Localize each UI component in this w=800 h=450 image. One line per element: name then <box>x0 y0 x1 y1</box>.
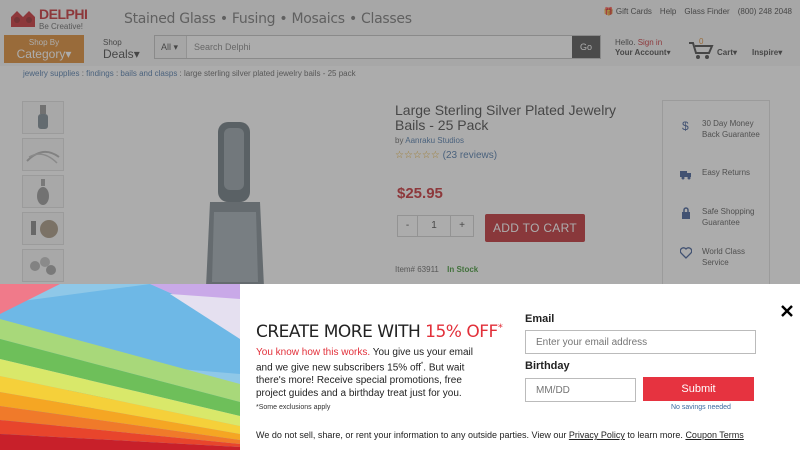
popup-body: You know how this works. You give us you… <box>256 347 473 400</box>
glass-sheets-image <box>0 284 240 450</box>
glass-fan-image <box>0 284 240 450</box>
privacy-policy-link[interactable]: Privacy Policy <box>569 430 625 440</box>
submit-button[interactable]: Submit <box>643 377 754 401</box>
coupon-terms-link[interactable]: Coupon Terms <box>685 430 743 440</box>
email-field[interactable] <box>525 330 756 354</box>
privacy-disclaimer: We do not sell, share, or rent your info… <box>256 430 744 440</box>
discount-amount: 15% OFF <box>425 322 498 342</box>
no-savings-needed-link[interactable]: No savings needed <box>671 404 731 411</box>
birthday-field[interactable] <box>525 378 636 402</box>
close-icon[interactable] <box>779 303 795 319</box>
birthday-label: Birthday <box>525 360 570 372</box>
exclusions-note: *Some exclusions apply <box>256 404 331 411</box>
popup-headline: CREATE MORE WITH 15% OFF* <box>256 322 503 342</box>
email-label: Email <box>525 313 555 325</box>
